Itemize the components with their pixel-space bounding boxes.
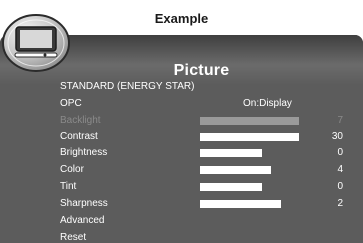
color-slider[interactable]: [200, 166, 299, 174]
menu-item-advanced[interactable]: Advanced: [0, 214, 363, 231]
menu-item-color[interactable]: Color 4: [0, 163, 363, 180]
advanced-label: Advanced: [60, 215, 105, 226]
reset-label: Reset: [60, 232, 87, 243]
tv-icon: [1, 13, 71, 73]
sharpness-value: 2: [337, 198, 343, 209]
brightness-value: 0: [337, 147, 343, 158]
backlight-slider-fill: [200, 117, 299, 125]
picture-mode-label: STANDARD (ENERGY STAR): [60, 81, 195, 92]
page: Example Picture STANDARD (ENERGY STAR) O…: [0, 0, 363, 243]
tint-slider-fill: [200, 183, 263, 191]
backlight-value: 7: [337, 115, 343, 126]
color-value: 4: [337, 164, 343, 175]
contrast-slider-fill: [200, 133, 299, 141]
menu-item-reset[interactable]: Reset: [0, 231, 363, 243]
brightness-slider-fill: [200, 149, 263, 157]
menu-item-brightness[interactable]: Brightness 0: [0, 146, 363, 163]
sharpness-label: Sharpness: [60, 198, 108, 209]
menu-item-sharpness[interactable]: Sharpness 2: [0, 197, 363, 214]
brightness-label: Brightness: [60, 147, 108, 158]
sharpness-slider[interactable]: [200, 200, 299, 208]
opc-value: On:Display: [243, 98, 292, 109]
backlight-label: Backlight: [60, 115, 101, 126]
opc-label: OPC: [60, 98, 82, 109]
contrast-slider[interactable]: [200, 133, 299, 141]
tint-slider[interactable]: [200, 183, 299, 191]
menu-item-tint[interactable]: Tint 0: [0, 180, 363, 197]
color-slider-fill: [200, 166, 272, 174]
sharpness-slider-fill: [200, 200, 282, 208]
color-label: Color: [60, 164, 84, 175]
menu-item-opc[interactable]: OPC On:Display: [0, 97, 363, 114]
tint-label: Tint: [60, 181, 77, 192]
menu-item-contrast[interactable]: Contrast 30: [0, 130, 363, 147]
tint-value: 0: [337, 181, 343, 192]
contrast-value: 30: [331, 131, 343, 142]
menu-item-backlight[interactable]: Backlight 7: [0, 114, 363, 131]
contrast-label: Contrast: [60, 131, 98, 142]
backlight-slider[interactable]: [200, 117, 299, 125]
brightness-slider[interactable]: [200, 149, 299, 157]
